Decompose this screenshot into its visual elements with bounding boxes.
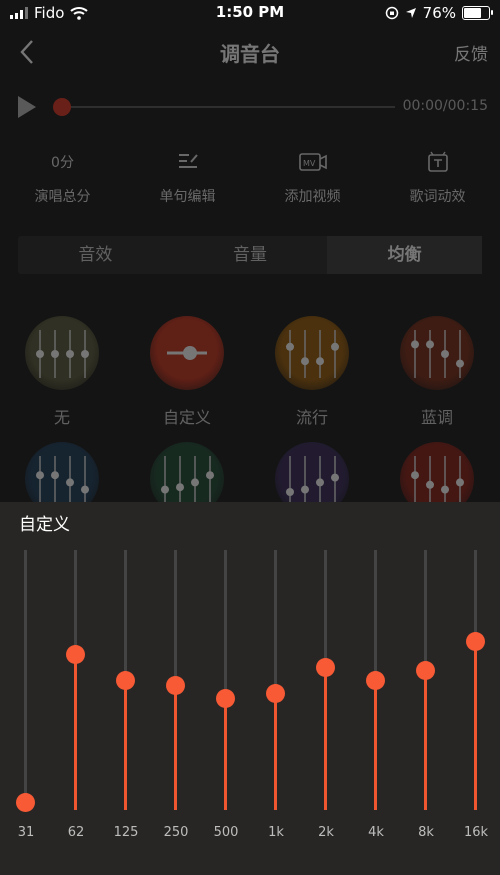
equalizer-sheet: 自定义 31 62 125 250 500 1k 2k 4k 8k 16k (0, 502, 500, 875)
eq-band-4k[interactable]: 4k (356, 502, 396, 875)
preset-0[interactable]: 无 (25, 316, 99, 428)
preset-3[interactable]: 蓝调 (400, 316, 474, 428)
preset-label: 蓝调 (420, 408, 453, 427)
eq-fill (274, 693, 277, 810)
tool-label: 歌词动效 (409, 189, 466, 205)
feedback-button[interactable]: 反馈 (454, 40, 488, 65)
eq-knob[interactable] (416, 660, 435, 680)
svg-text:MV: MV (303, 159, 316, 168)
eq-band-2k[interactable]: 2k (306, 502, 346, 875)
status-bar: Fido 1:50 PM 76% (0, 0, 500, 26)
eq-band-16k[interactable]: 16k (456, 502, 496, 875)
tab-sound-effect[interactable]: 音效 (18, 236, 173, 274)
tool-add-video[interactable]: MV 添加视频 (250, 148, 375, 218)
page-title: 调音台 (220, 42, 280, 66)
playback-bar: 00:00/00:15 (0, 88, 500, 124)
tool-row: 0分 演唱总分 单句编辑 MV 添加视频 歌词动效 (0, 148, 500, 218)
eq-band-31[interactable]: 31 (6, 502, 46, 875)
eq-band-1k[interactable]: 1k (256, 502, 296, 875)
eq-knob[interactable] (116, 671, 135, 690)
preset-1[interactable]: 自定义 (150, 316, 224, 428)
preset-disc (150, 316, 224, 390)
location-icon (405, 8, 416, 18)
eq-fill (424, 669, 427, 810)
tab-volume[interactable]: 音量 (173, 236, 328, 274)
lyrics-effect-icon (427, 151, 448, 172)
score-value: 0分 (51, 155, 74, 171)
eq-fill (174, 685, 177, 810)
eq-knob[interactable] (66, 645, 85, 664)
playback-time: 00:00/00:15 (402, 98, 488, 114)
play-icon[interactable] (18, 96, 36, 118)
eq-fill (324, 667, 327, 810)
orientation-lock-icon (385, 6, 398, 20)
preset-label: 自定义 (162, 408, 211, 427)
eq-knob[interactable] (366, 671, 385, 690)
effect-tabs: 音效 音量 均衡 (18, 236, 483, 274)
nav-bar: 调音台 反馈 (0, 30, 500, 74)
eq-fill (124, 680, 127, 810)
mv-video-icon: MV (298, 153, 327, 171)
eq-knob[interactable] (316, 658, 335, 677)
battery-percent: 76% (422, 4, 456, 22)
eq-fill (224, 698, 227, 810)
eq-fill (374, 680, 377, 810)
eq-band-125[interactable]: 125 (106, 502, 146, 875)
tool-label: 演唱总分 (34, 189, 91, 205)
eq-track (24, 550, 27, 810)
eq-band-62[interactable]: 62 (56, 502, 96, 875)
progress-knob[interactable] (53, 98, 71, 116)
edit-lines-icon (178, 154, 198, 168)
tool-label: 添加视频 (284, 189, 341, 205)
preset-disc (275, 316, 349, 390)
progress-track[interactable] (60, 106, 395, 108)
eq-fill (74, 654, 77, 810)
preset-label: 无 (53, 408, 70, 427)
preset-2[interactable]: 流行 (275, 316, 349, 428)
eq-knob[interactable] (166, 676, 185, 696)
eq-frequency-label: 16k (463, 825, 489, 840)
eq-band-250[interactable]: 250 (156, 502, 196, 875)
tool-label: 单句编辑 (159, 189, 216, 205)
preset-disc (400, 316, 474, 390)
eq-band-8k[interactable]: 8k (406, 502, 446, 875)
tool-line-edit[interactable]: 单句编辑 (125, 148, 250, 218)
eq-knob[interactable] (466, 632, 485, 651)
tool-lyrics-effect[interactable]: 歌词动效 (375, 148, 500, 218)
eq-fill (474, 641, 477, 810)
eq-band-500[interactable]: 500 (206, 502, 246, 875)
tool-score[interactable]: 0分 演唱总分 (0, 148, 125, 218)
equalizer-bands: 31 62 125 250 500 1k 2k 4k 8k 16k (0, 502, 500, 875)
eq-knob[interactable] (266, 684, 285, 703)
preset-label: 流行 (295, 408, 328, 427)
eq-knob[interactable] (16, 793, 35, 813)
preset-disc (25, 316, 99, 390)
tab-equalizer[interactable]: 均衡 (327, 236, 483, 274)
eq-knob[interactable] (216, 689, 235, 709)
battery-icon (462, 6, 493, 20)
